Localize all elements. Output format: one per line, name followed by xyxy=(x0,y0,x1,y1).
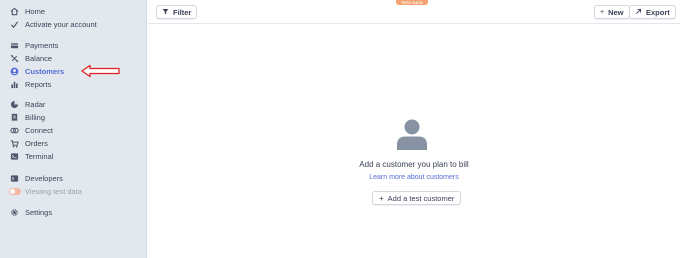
orders-icon xyxy=(10,139,19,148)
billing-icon xyxy=(10,113,19,122)
annotation-arrow-icon xyxy=(81,64,120,78)
learn-more-link[interactable]: Learn more about customers xyxy=(148,174,680,181)
check-icon xyxy=(10,20,19,29)
filter-button[interactable]: Filter xyxy=(156,5,198,19)
sidebar: Home Activate your account Payments Bala… xyxy=(0,0,147,258)
gear-icon xyxy=(10,208,19,217)
new-button-label: New xyxy=(608,7,624,17)
sidebar-item-developers[interactable]: Developers xyxy=(0,172,147,185)
sidebar-group-payments: Payments Balance Customers Reports xyxy=(0,39,147,91)
customers-icon xyxy=(10,67,19,76)
new-button[interactable]: + New xyxy=(594,5,630,19)
filter-button-label: Filter xyxy=(173,7,192,17)
sidebar-item-viewing-test-data[interactable]: Viewing test data xyxy=(0,185,147,198)
reports-icon xyxy=(10,80,19,89)
home-icon xyxy=(10,7,19,16)
test-data-badge: TEST DATA xyxy=(396,0,428,5)
balance-icon xyxy=(10,54,19,63)
sidebar-item-balance[interactable]: Balance xyxy=(0,52,147,65)
plus-icon: + xyxy=(379,193,384,203)
sidebar-item-label: Developers xyxy=(25,174,63,183)
sidebar-item-customers[interactable]: Customers xyxy=(0,65,147,78)
toolbar: TEST DATA Filter + New Export xyxy=(148,0,680,24)
sidebar-item-label: Customers xyxy=(25,67,65,76)
developers-icon xyxy=(10,174,19,183)
sidebar-item-label: Terminal xyxy=(25,152,54,161)
sidebar-item-label: Viewing test data xyxy=(25,187,82,196)
plus-icon: + xyxy=(600,8,605,16)
sidebar-item-terminal[interactable]: Terminal xyxy=(0,150,147,163)
empty-state-title: Add a customer you plan to bill xyxy=(359,160,469,169)
sidebar-item-label: Connect xyxy=(25,126,53,135)
add-test-customer-label: Add a test customer xyxy=(387,193,455,203)
sidebar-item-orders[interactable]: Orders xyxy=(0,137,147,150)
filter-icon xyxy=(162,8,169,17)
sidebar-item-label: Settings xyxy=(25,208,53,217)
sidebar-group-developers: Developers Viewing test data xyxy=(0,172,147,198)
sidebar-item-label: Reports xyxy=(25,80,52,89)
sidebar-group-primary: Home Activate your account xyxy=(0,5,147,31)
sidebar-group-settings: Settings xyxy=(0,206,147,219)
sidebar-item-label: Balance xyxy=(25,54,53,63)
sidebar-item-label: Home xyxy=(25,7,46,16)
sidebar-item-connect[interactable]: Connect xyxy=(0,124,147,137)
payments-icon xyxy=(10,41,19,50)
connect-icon xyxy=(10,126,19,135)
sidebar-item-settings[interactable]: Settings xyxy=(0,206,147,219)
sidebar-item-label: Radar xyxy=(25,100,46,109)
sidebar-item-billing[interactable]: Billing xyxy=(0,111,147,124)
sidebar-item-radar[interactable]: Radar xyxy=(0,98,147,111)
toggle-icon[interactable] xyxy=(9,188,21,195)
sidebar-item-reports[interactable]: Reports xyxy=(0,78,147,91)
main-content: TEST DATA Filter + New Export Add a cust… xyxy=(148,0,680,258)
sidebar-item-label: Orders xyxy=(25,139,48,148)
sidebar-item-activate[interactable]: Activate your account xyxy=(0,18,147,31)
sidebar-item-label: Billing xyxy=(25,113,46,122)
terminal-icon xyxy=(10,152,19,161)
add-test-customer-button[interactable]: + Add a test customer xyxy=(372,191,462,205)
export-arrow-icon xyxy=(635,8,642,17)
customer-avatar-icon xyxy=(397,119,427,150)
sidebar-item-label: Activate your account xyxy=(25,20,97,29)
sidebar-item-home[interactable]: Home xyxy=(0,5,147,18)
radar-icon xyxy=(10,100,19,109)
export-button-label: Export xyxy=(646,7,670,17)
sidebar-item-label: Payments xyxy=(25,41,59,50)
sidebar-item-payments[interactable]: Payments xyxy=(0,39,147,52)
sidebar-group-products: Radar Billing Connect Orders Terminal xyxy=(0,98,147,163)
export-button[interactable]: Export xyxy=(629,5,676,19)
